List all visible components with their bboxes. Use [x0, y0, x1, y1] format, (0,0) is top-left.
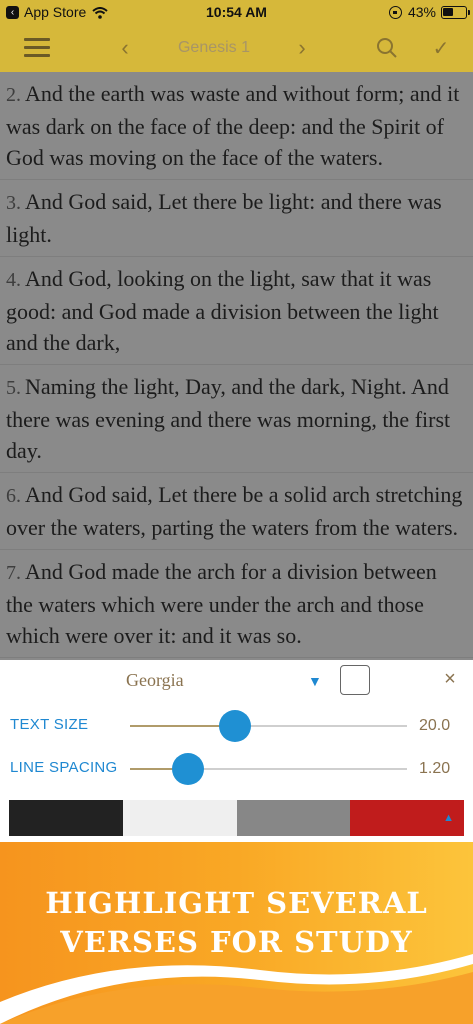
chapter-title[interactable]: Genesis 1: [150, 24, 278, 72]
text-size-value: 20.0: [419, 717, 451, 734]
status-right: 43%: [388, 4, 470, 20]
verse-text: And God said, Let there be a solid arch …: [6, 482, 463, 540]
font-checkbox[interactable]: [340, 665, 370, 695]
theme-swatch-red[interactable]: ▲: [350, 800, 464, 836]
orientation-lock-icon: [388, 5, 402, 19]
toolbar: ‹ Genesis 1 › ✓: [0, 24, 473, 72]
verse-text: And God said, Let there be light: and th…: [6, 189, 442, 247]
battery-percent: 43%: [407, 4, 436, 20]
verse-item[interactable]: 2. And the earth was waste and without fo…: [0, 72, 473, 180]
banner-line-2: VERSES FOR STUDY: [60, 925, 413, 959]
verse-number: 3.: [6, 192, 21, 214]
verse-number: 4.: [6, 269, 21, 291]
theme-swatch-gray[interactable]: [236, 800, 351, 836]
line-spacing-value: 1.20: [419, 760, 451, 777]
search-icon: [377, 38, 397, 58]
slider-thumb[interactable]: [172, 753, 205, 785]
verse-text: And the earth was waste and without form…: [6, 81, 460, 170]
hamburger-icon: [24, 38, 50, 58]
reading-settings-panel: Georgia ▼ × TEXT SIZE 20.0 LINE SPACING …: [0, 660, 473, 842]
slider-thumb[interactable]: [219, 710, 252, 742]
verse-text: Naming the light, Day, and the dark, Nig…: [6, 374, 451, 463]
verse-item[interactable]: 4. And God, looking on the light, saw tha…: [0, 257, 473, 365]
done-button[interactable]: ✓: [426, 24, 456, 72]
font-selector[interactable]: Georgia: [126, 670, 184, 691]
banner-headline: HIGHLIGHT SEVERAL VERSES FOR STUDY: [0, 884, 473, 962]
status-bar: ‹ App Store 10:54 AM 43%: [0, 0, 473, 24]
promo-banner: HIGHLIGHT SEVERAL VERSES FOR STUDY: [0, 842, 473, 1024]
verse-item[interactable]: 5. Naming the light, Day, and the dark, N…: [0, 365, 473, 473]
theme-swatches: ▲: [9, 800, 464, 836]
slider-track: [235, 725, 407, 727]
verse-text: And God, looking on the light, saw that …: [6, 266, 439, 355]
up-triangle-icon: ▲: [443, 812, 454, 824]
line-spacing-label: LINE SPACING: [10, 759, 118, 776]
verse-number: 2.: [6, 84, 21, 106]
reading-area[interactable]: 2. And the earth was waste and without fo…: [0, 72, 473, 660]
verse-number: 7.: [6, 562, 21, 584]
previous-chapter-button[interactable]: ‹: [110, 24, 140, 72]
close-settings-button[interactable]: ×: [440, 668, 460, 692]
search-button[interactable]: [372, 24, 402, 72]
verse-number: 6.: [6, 485, 21, 507]
verse-text: And God made the arch for a division bet…: [6, 559, 437, 648]
theme-swatch-black[interactable]: [9, 800, 123, 836]
verse-number: 5.: [6, 377, 21, 399]
line-spacing-slider[interactable]: [130, 753, 407, 785]
text-size-label: TEXT SIZE: [10, 716, 89, 733]
banner-line-1: HIGHLIGHT SEVERAL: [45, 886, 428, 920]
theme-swatch-white[interactable]: [122, 800, 237, 836]
slider-track: [188, 768, 407, 770]
next-chapter-button[interactable]: ›: [287, 24, 317, 72]
menu-button[interactable]: [20, 24, 54, 72]
verse-item[interactable]: 6. And God said, Let there be a solid arc…: [0, 473, 473, 550]
verse-item[interactable]: 3. And God said, Let there be light: and …: [0, 180, 473, 257]
dropdown-triangle-icon[interactable]: ▼: [308, 673, 322, 689]
battery-icon: [441, 5, 470, 19]
text-size-slider[interactable]: [130, 710, 407, 742]
verse-item[interactable]: 7. And God made the arch for a division b…: [0, 550, 473, 658]
